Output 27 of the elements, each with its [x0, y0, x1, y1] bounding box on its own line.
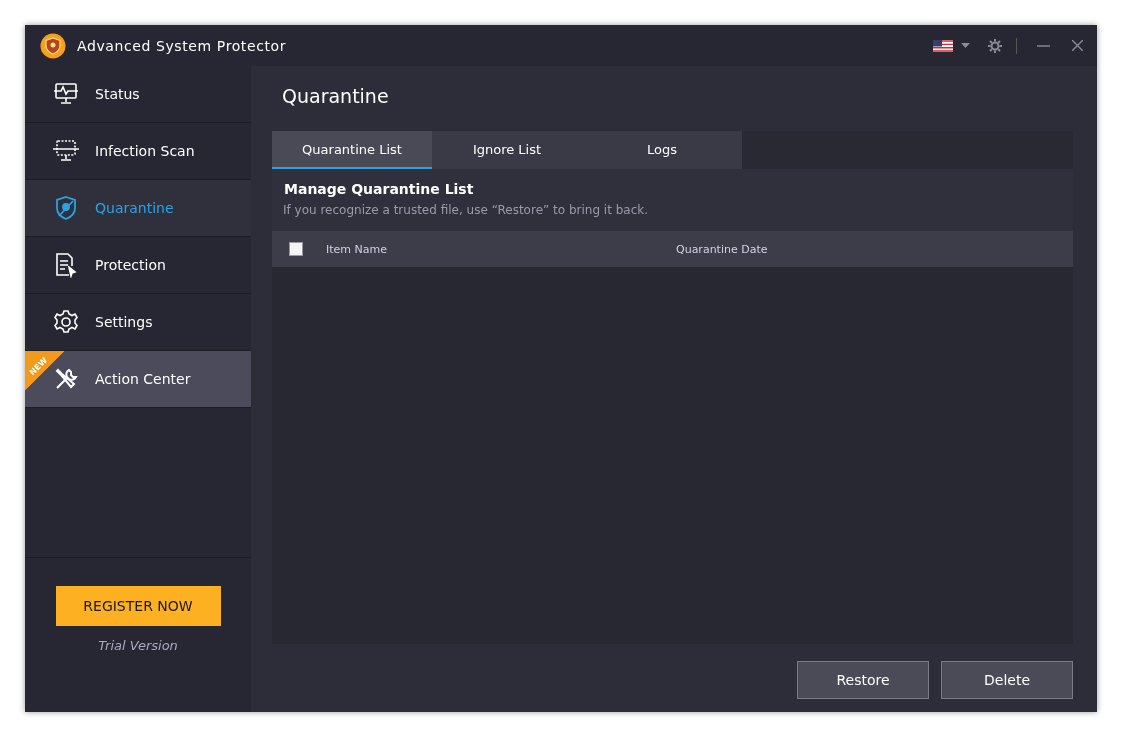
document-icon — [54, 252, 78, 278]
restore-button[interactable]: Restore — [797, 661, 929, 699]
register-now-button[interactable]: REGISTER NOW — [55, 586, 221, 626]
settings-icon[interactable] — [988, 38, 1002, 53]
caret-icon[interactable] — [961, 43, 970, 48]
flag-icon[interactable] — [933, 39, 953, 52]
window-title: Advanced System Protector — [77, 37, 288, 54]
sidebar-item[interactable]: Quarantine — [25, 180, 251, 237]
select-all-checkbox[interactable] — [289, 242, 303, 256]
tab[interactable]: Logs — [582, 131, 742, 169]
minimize-icon[interactable] — [1037, 44, 1050, 47]
tools-icon — [54, 367, 78, 391]
version-label: Trial Version — [98, 638, 178, 653]
page-title: Quarantine — [282, 85, 390, 109]
section-heading: Manage Quarantine List — [284, 181, 475, 197]
tab[interactable]: Ignore List — [432, 131, 582, 169]
shield-logo-icon — [40, 32, 66, 59]
delete-button[interactable]: Delete — [941, 661, 1073, 699]
close-icon[interactable] — [1072, 40, 1083, 51]
monitor-scan-icon — [52, 139, 80, 163]
hint-text: If you recognize a trusted file, use “Restore” to bring it back. — [283, 203, 649, 217]
column-header: Quarantine Date — [676, 242, 768, 256]
shield-icon — [54, 195, 78, 221]
gear-icon — [53, 309, 79, 335]
monitor-pulse-icon — [53, 82, 79, 106]
tab[interactable]: Quarantine List — [272, 131, 432, 169]
column-header: Item Name — [326, 242, 388, 256]
